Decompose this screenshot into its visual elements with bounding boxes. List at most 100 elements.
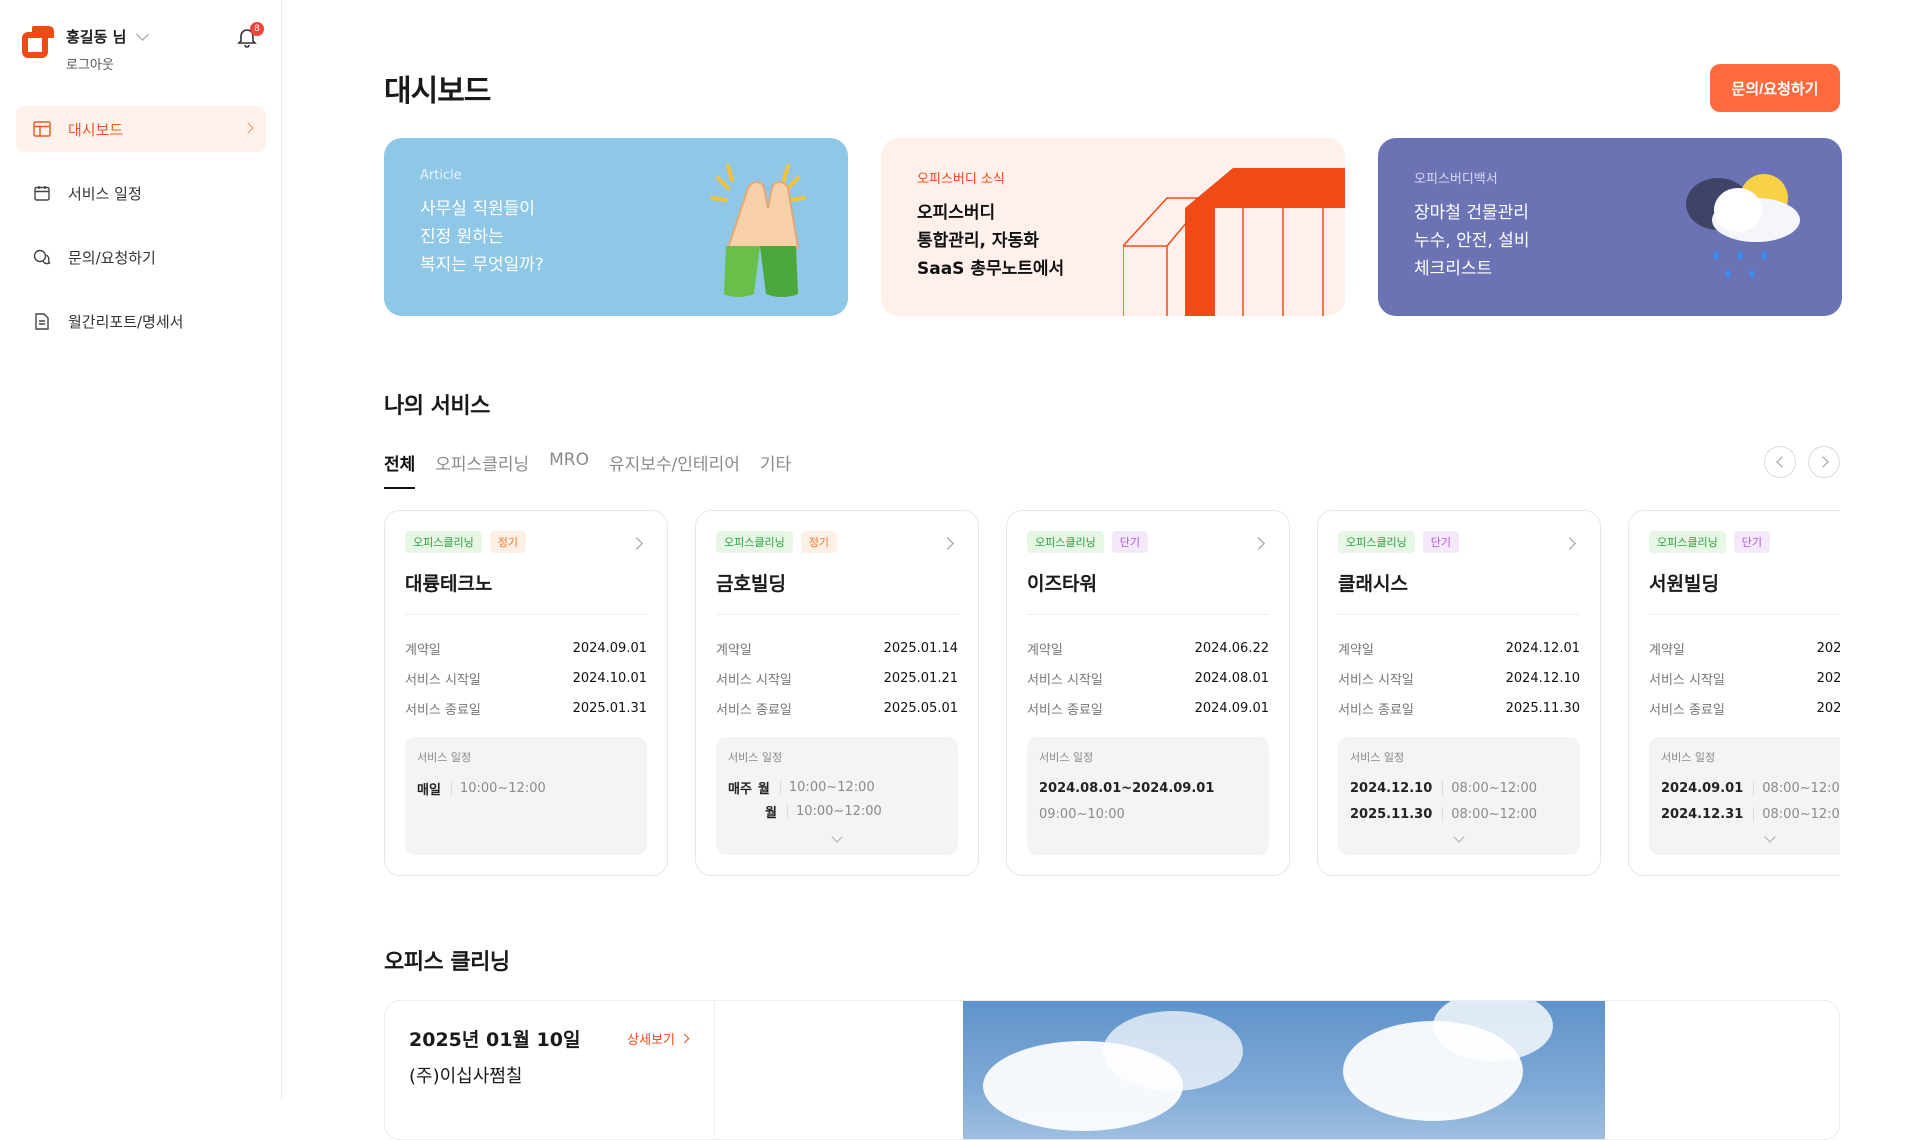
tab-office-cleaning[interactable]: 오피스클리닝 — [435, 450, 529, 489]
chevron-down-icon[interactable] — [136, 28, 150, 41]
schedule-day: 월 — [765, 805, 777, 821]
chevron-down-icon[interactable] — [1764, 831, 1776, 843]
end-date: 2025.11.30 — [1505, 700, 1580, 716]
contract-label: 계약일 — [1649, 642, 1685, 658]
start-label: 서비스 시작일 — [405, 672, 481, 688]
page-title: 대시보드 — [384, 74, 491, 109]
type-badge: 정기 — [489, 531, 526, 553]
cleaning-company: (주)이십사쩜칠 — [409, 1066, 523, 1087]
type-badge: 정기 — [800, 531, 837, 553]
cleaning-photo — [963, 1001, 1605, 1139]
schedule-time: 08:00~12:00 — [1442, 780, 1537, 796]
contract-date: 2024.06.22 — [1194, 640, 1269, 656]
start-date: 2024.08.01 — [1194, 670, 1269, 686]
contract-label: 계약일 — [1338, 642, 1374, 658]
service-card[interactable]: 오피스클리닝 단기 서원빌딩 계약일 2024.12.01 서비스 시작일 2024.… — [1628, 510, 1840, 876]
service-cards: 오피스클리닝 정기 대륭테크노 계약일 2024.09.01 서비스 시작일 2024… — [384, 510, 1840, 876]
sidebar-item-inquiry[interactable]: 문의/요청하기 — [16, 234, 266, 280]
clapping-hands-icon — [710, 164, 806, 297]
calendar-icon — [32, 183, 52, 203]
sidebar-nav: 대시보드 서비스 일정 문의/요청하기 월간리포트/명세서 — [16, 106, 266, 362]
chevron-right-icon — [1816, 456, 1829, 468]
schedule-box: 서비스 일정 2024.09.01 08:00~12:00 2024.12.31 0… — [1649, 737, 1840, 855]
start-label: 서비스 시작일 — [1649, 672, 1725, 688]
category-badge: 오피스클리닝 — [1027, 531, 1104, 553]
site-name: 서원빌딩 — [1649, 569, 1840, 615]
banner-row: Article 사무실 직원들이 진정 원하는 복지는 무엇일까? 오피스버디 … — [384, 138, 1842, 316]
schedule-frequency: 매주 — [728, 781, 752, 797]
end-label: 서비스 종료일 — [405, 702, 481, 718]
rain-cloud-icon — [1686, 174, 1800, 278]
chevron-down-icon[interactable] — [831, 831, 843, 843]
schedule-box: 서비스 일정 2024.12.10 08:00~12:00 2025.11.30 0… — [1338, 737, 1580, 855]
schedule-date: 2024.09.01 — [1661, 780, 1744, 796]
contract-date: 2024.12.01 — [1816, 640, 1840, 656]
next-button[interactable] — [1808, 446, 1840, 478]
service-card[interactable]: 오피스클리닝 단기 클래시스 계약일 2024.12.01 서비스 시작일 2024.… — [1317, 510, 1601, 876]
start-date: 2024.10.01 — [572, 670, 647, 686]
notification-badge: 8 — [250, 22, 264, 36]
schedule-label: 서비스 일정 — [1661, 751, 1716, 764]
schedule-label: 서비스 일정 — [417, 751, 472, 764]
end-date: 2025.01.31 — [572, 700, 647, 716]
service-card[interactable]: 오피스클리닝 정기 대륭테크노 계약일 2024.09.01 서비스 시작일 2024… — [384, 510, 668, 876]
chevron-down-icon[interactable] — [1453, 831, 1465, 843]
contract-date: 2025.01.14 — [883, 640, 958, 656]
layout-icon — [32, 119, 52, 139]
end-date: 2024.09.01 — [1194, 700, 1269, 716]
end-label: 서비스 종료일 — [1338, 702, 1414, 718]
user-menu[interactable]: 홍길동 님 로그아웃 — [22, 26, 150, 73]
contract-date: 2024.12.01 — [1505, 640, 1580, 656]
sidebar-item-label: 서비스 일정 — [68, 184, 142, 203]
category-badge: 오피스클리닝 — [405, 531, 482, 553]
section-title-services: 나의 서비스 — [384, 394, 490, 419]
type-badge: 단기 — [1733, 531, 1770, 553]
start-date: 2024.12.10 — [1816, 670, 1840, 686]
schedule-label: 서비스 일정 — [1350, 751, 1405, 764]
schedule-time: 10:00~12:00 — [779, 779, 875, 795]
site-name: 이즈타워 — [1027, 569, 1269, 615]
tab-maintenance[interactable]: 유지보수/인테리어 — [609, 450, 740, 489]
detail-link-label: 상세보기 — [627, 1033, 675, 1048]
schedule-time: 08:00~12:00 — [1753, 780, 1840, 796]
cleaning-card: 2025년 01월 10일 상세보기 (주)이십사쩜칠 — [384, 1000, 1840, 1140]
tab-mro[interactable]: MRO — [549, 450, 589, 489]
site-name: 클래시스 — [1338, 569, 1580, 615]
sidebar-item-schedule[interactable]: 서비스 일정 — [16, 170, 266, 216]
brand-logo — [22, 26, 54, 60]
schedule-period: 2024.08.01~2024.09.01 — [1039, 780, 1215, 796]
logout-link[interactable]: 로그아웃 — [66, 54, 147, 73]
category-badge: 오피스클리닝 — [716, 531, 793, 553]
detail-link[interactable]: 상세보기 — [627, 1029, 690, 1048]
sidebar-item-dashboard[interactable]: 대시보드 — [16, 106, 266, 152]
sidebar-item-label: 문의/요청하기 — [68, 248, 156, 267]
sidebar-item-label: 대시보드 — [68, 120, 124, 139]
site-name: 대륭테크노 — [405, 569, 647, 615]
service-card[interactable]: 오피스클리닝 단기 이즈타워 계약일 2024.06.22 서비스 시작일 2024.… — [1006, 510, 1290, 876]
cleaning-summary: 2025년 01월 10일 상세보기 (주)이십사쩜칠 — [385, 1001, 715, 1139]
contract-date: 2024.09.01 — [572, 640, 647, 656]
service-tabs: 전체 오피스클리닝 MRO 유지보수/인테리어 기타 — [384, 450, 791, 489]
tab-all[interactable]: 전체 — [384, 450, 416, 489]
bell-icon[interactable]: 8 — [236, 22, 264, 48]
sidebar-item-label: 월간리포트/명세서 — [68, 312, 184, 331]
category-badge: 오피스클리닝 — [1649, 531, 1726, 553]
end-date: 2024.12.31 — [1816, 700, 1840, 716]
schedule-time: 10:00~12:00 — [786, 803, 882, 819]
prev-button[interactable] — [1764, 446, 1796, 478]
service-card[interactable]: 오피스클리닝 정기 금호빌딩 계약일 2025.01.14 서비스 시작일 2025.… — [695, 510, 979, 876]
inquiry-button[interactable]: 문의/요청하기 — [1710, 64, 1840, 112]
banner-news[interactable]: 오피스버디 소식 오피스버디 통합관리, 자동화 SaaS 총무노트에서 — [881, 138, 1345, 316]
banner-whitepaper[interactable]: 오피스버디백서 장마철 건물관리 누수, 안전, 설비 체크리스트 — [1378, 138, 1842, 316]
section-title-cleaning: 오피스 클리닝 — [384, 950, 510, 975]
contract-label: 계약일 — [1027, 642, 1063, 658]
carousel-pager — [1764, 446, 1840, 478]
chat-icon — [32, 247, 52, 267]
tab-etc[interactable]: 기타 — [760, 450, 791, 489]
building-graphic-icon — [1123, 168, 1345, 316]
banner-article[interactable]: Article 사무실 직원들이 진정 원하는 복지는 무엇일까? — [384, 138, 848, 316]
schedule-date: 2024.12.31 — [1661, 806, 1744, 822]
schedule-date: 2025.11.30 — [1350, 806, 1433, 822]
contract-label: 계약일 — [405, 642, 441, 658]
sidebar-item-report[interactable]: 월간리포트/명세서 — [16, 298, 266, 344]
